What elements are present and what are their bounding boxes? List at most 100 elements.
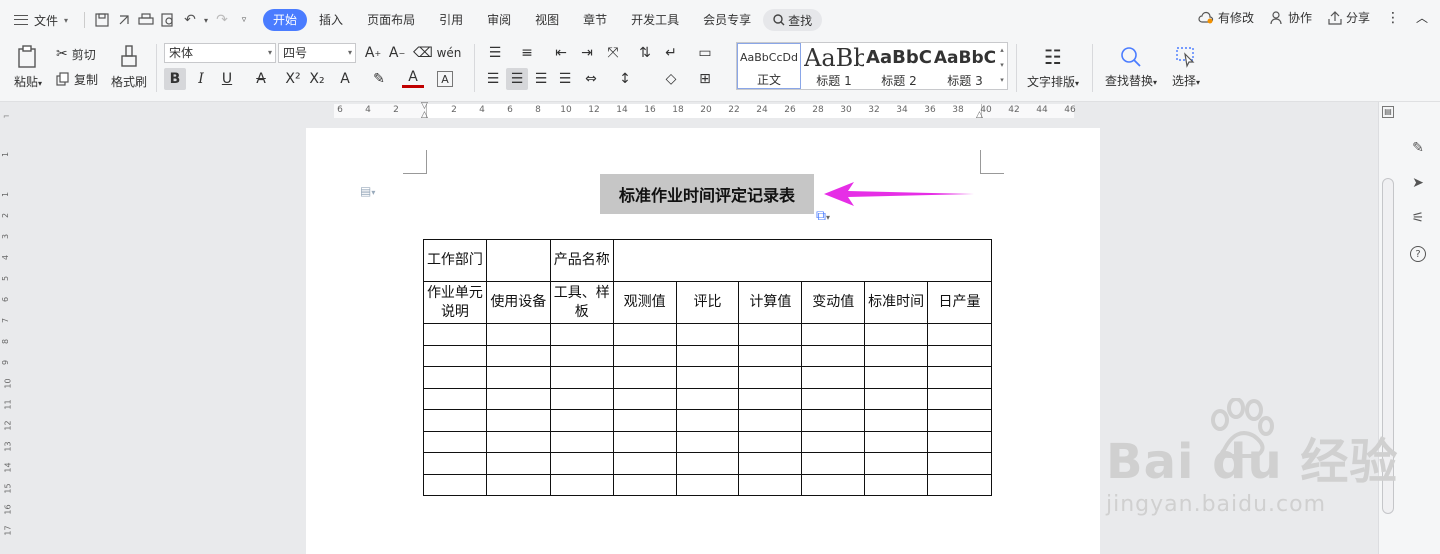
table-cell[interactable] bbox=[423, 409, 487, 432]
highlight-icon[interactable]: ✎ bbox=[368, 68, 390, 90]
table-cell[interactable] bbox=[864, 430, 929, 453]
redo-icon[interactable]: ↷ bbox=[211, 9, 233, 31]
line-spacing-icon[interactable]: ↕ bbox=[614, 68, 636, 90]
table-cell[interactable] bbox=[801, 323, 866, 346]
table-cell[interactable] bbox=[485, 344, 551, 367]
table-cell[interactable] bbox=[864, 344, 929, 367]
style-heading-2[interactable]: AaBbC 标题 2 bbox=[866, 43, 932, 89]
table-cell[interactable]: 观测值 bbox=[612, 281, 677, 324]
table-cell[interactable]: 产品名称 bbox=[549, 239, 614, 282]
table-cell[interactable] bbox=[485, 387, 551, 410]
align-left-icon[interactable]: ☰ bbox=[482, 68, 504, 90]
table-cell[interactable] bbox=[864, 473, 929, 496]
vertical-ruler[interactable]: 1 1 2 3 4 5 6 7 8 9 10 11 12 13 14 15 16 17 bbox=[0, 120, 16, 554]
sort-icon[interactable]: ⇅ bbox=[634, 42, 656, 64]
chevron-down-icon[interactable]: ▾ bbox=[201, 9, 211, 31]
table-cell[interactable] bbox=[612, 366, 677, 389]
table-cell[interactable] bbox=[675, 366, 740, 389]
tab-page-layout[interactable]: 页面布局 bbox=[355, 9, 427, 31]
right-indent-marker-icon[interactable]: △ bbox=[976, 110, 983, 120]
export-icon[interactable] bbox=[113, 9, 135, 31]
table-cell[interactable] bbox=[423, 473, 487, 496]
strikethrough-button[interactable]: A bbox=[250, 68, 272, 90]
shading-icon[interactable]: ◇ bbox=[660, 68, 682, 90]
table-cell[interactable] bbox=[864, 323, 929, 346]
table-cell[interactable] bbox=[864, 452, 929, 475]
table-cell[interactable] bbox=[927, 366, 992, 389]
text-effect-button[interactable]: A bbox=[334, 68, 356, 90]
borders-icon[interactable]: ⊞ bbox=[694, 68, 716, 90]
table-cell[interactable] bbox=[675, 387, 740, 410]
table-cell[interactable] bbox=[612, 473, 677, 496]
table-grid-icon[interactable]: ▭ bbox=[694, 42, 716, 64]
table-cell[interactable] bbox=[927, 473, 992, 496]
table-cell[interactable] bbox=[675, 473, 740, 496]
tab-view[interactable]: 视图 bbox=[523, 9, 571, 31]
tab-review[interactable]: 审阅 bbox=[475, 9, 523, 31]
print-icon[interactable] bbox=[135, 9, 157, 31]
italic-button[interactable]: I bbox=[190, 68, 212, 90]
font-size-select[interactable]: 四号 ▾ bbox=[278, 43, 356, 63]
paste-button[interactable]: 粘贴▾ bbox=[10, 42, 46, 92]
table-cell[interactable] bbox=[485, 239, 551, 282]
table-cell[interactable] bbox=[423, 430, 487, 453]
table-cell[interactable] bbox=[738, 473, 803, 496]
table-cell[interactable] bbox=[675, 344, 740, 367]
table-cell[interactable] bbox=[423, 323, 487, 346]
table-cell[interactable] bbox=[927, 452, 992, 475]
table-cell[interactable] bbox=[675, 323, 740, 346]
table-cell[interactable] bbox=[423, 387, 487, 410]
table-cell[interactable] bbox=[423, 366, 487, 389]
table-cell[interactable] bbox=[423, 452, 487, 475]
style-heading-3[interactable]: AaBbC 标题 3 bbox=[933, 43, 997, 89]
table-cell[interactable] bbox=[738, 430, 803, 453]
pen-icon[interactable]: ✎ bbox=[1408, 138, 1428, 158]
decrease-indent-icon[interactable]: ⇤ bbox=[550, 42, 572, 64]
share-button[interactable]: 分享 bbox=[1328, 9, 1370, 26]
table-cell[interactable] bbox=[927, 387, 992, 410]
paste-options-icon[interactable]: ⧉▾ bbox=[816, 208, 830, 224]
table-cell[interactable] bbox=[485, 473, 551, 496]
tab-insert[interactable]: 插入 bbox=[307, 9, 355, 31]
collab-button[interactable]: 协作 bbox=[1270, 9, 1312, 26]
table-cell[interactable] bbox=[612, 409, 677, 432]
save-icon[interactable] bbox=[91, 9, 113, 31]
table-cell[interactable] bbox=[738, 366, 803, 389]
table-cell[interactable] bbox=[675, 430, 740, 453]
numbered-list-icon[interactable]: ≡ bbox=[516, 42, 538, 64]
gallery-scroll-icon[interactable]: ▴ ▾ ▾ bbox=[997, 43, 1007, 89]
table-cell[interactable] bbox=[485, 452, 551, 475]
table-cell[interactable] bbox=[864, 366, 929, 389]
table-cell[interactable] bbox=[738, 387, 803, 410]
font-name-select[interactable]: 宋体 ▾ bbox=[164, 43, 276, 63]
find-replace-button[interactable]: 查找替换▾ bbox=[1100, 42, 1162, 92]
table-cell[interactable]: 标准时间 bbox=[864, 281, 929, 324]
table-cell[interactable] bbox=[801, 409, 866, 432]
bold-button[interactable]: B bbox=[164, 68, 186, 90]
table-cell[interactable] bbox=[738, 409, 803, 432]
file-menu[interactable]: 文件 ▾ bbox=[0, 8, 78, 32]
cut-button[interactable]: ✂ 剪切 bbox=[56, 44, 96, 64]
table-cell[interactable]: 工具、样板 bbox=[549, 281, 614, 324]
table-cell[interactable] bbox=[612, 239, 993, 282]
style-normal[interactable]: AaBbCcDd 正文 bbox=[737, 43, 801, 89]
table-cell[interactable] bbox=[485, 366, 551, 389]
table-cell[interactable] bbox=[864, 387, 929, 410]
format-painter-button[interactable]: 格式刷 bbox=[108, 42, 150, 92]
sidebar-toggle-icon[interactable]: ▤ bbox=[1382, 106, 1394, 118]
char-border-icon[interactable]: A bbox=[437, 71, 453, 87]
table-cell[interactable]: 评比 bbox=[675, 281, 740, 324]
customize-icon[interactable]: ▿ bbox=[233, 9, 255, 31]
table-cell[interactable] bbox=[612, 323, 677, 346]
text-layout-button[interactable]: ☷ 文字排版▾ bbox=[1022, 42, 1084, 92]
table-cell[interactable] bbox=[549, 409, 614, 432]
bullet-list-icon[interactable]: ☰ bbox=[484, 42, 506, 64]
table-cell[interactable] bbox=[549, 366, 614, 389]
table-cell[interactable] bbox=[801, 387, 866, 410]
tab-member[interactable]: 会员专享 bbox=[691, 9, 763, 31]
increase-indent-icon[interactable]: ⇥ bbox=[576, 42, 598, 64]
paragraph-options-icon[interactable]: ▤▾ bbox=[360, 184, 375, 198]
table-cell[interactable] bbox=[738, 323, 803, 346]
table-cell[interactable] bbox=[612, 387, 677, 410]
style-heading-1[interactable]: AaBb 标题 1 bbox=[803, 43, 865, 89]
